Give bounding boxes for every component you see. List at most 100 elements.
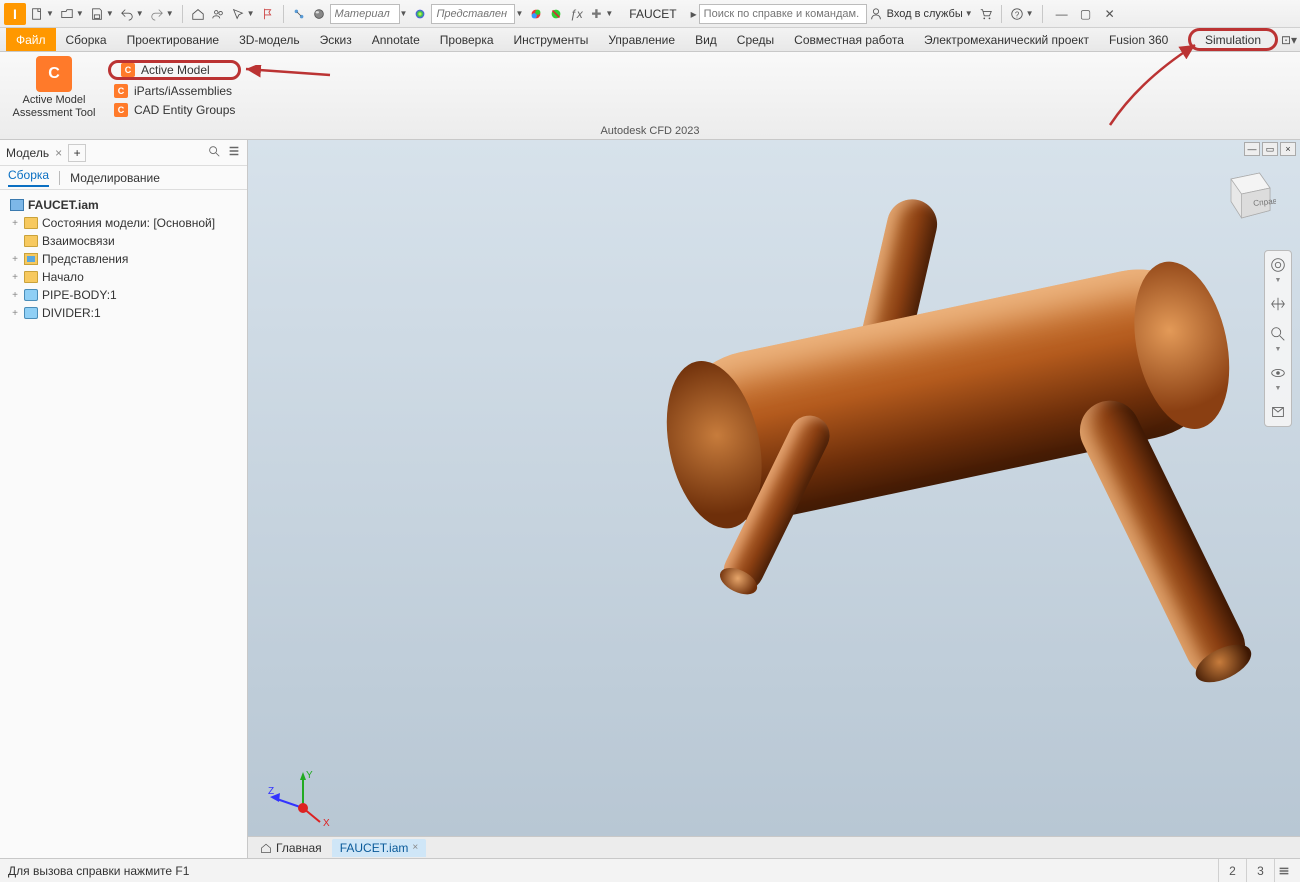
- tab-manage[interactable]: Управление: [598, 28, 685, 51]
- expander-icon[interactable]: +: [10, 290, 20, 301]
- orbit-icon[interactable]: [1268, 363, 1288, 383]
- browser-close-icon[interactable]: ×: [55, 146, 62, 160]
- search-input[interactable]: [699, 4, 867, 24]
- look-at-icon[interactable]: [1268, 402, 1288, 422]
- flag-icon[interactable]: [259, 5, 277, 23]
- viewcube[interactable]: Справа: [1216, 164, 1276, 224]
- dropdown-arrow-icon[interactable]: ▼: [106, 9, 114, 18]
- ribbon-overflow-icon[interactable]: ⊡▾: [1278, 28, 1300, 51]
- maximize-button[interactable]: ▢: [1077, 5, 1095, 23]
- tab-collaborate[interactable]: Совместная работа: [784, 28, 914, 51]
- status-counter-1: 2: [1218, 859, 1246, 882]
- viewport-window-buttons: — ▭ ×: [1244, 142, 1296, 156]
- expander-icon[interactable]: +: [10, 218, 20, 229]
- viewport[interactable]: — ▭ × Справа ▼ ▼ ▼ Y: [248, 140, 1300, 858]
- minimize-button[interactable]: —: [1053, 5, 1071, 23]
- save-icon[interactable]: [88, 5, 106, 23]
- coordinate-triad: Y Z X: [268, 768, 338, 828]
- tab-close-icon[interactable]: ×: [412, 842, 418, 853]
- svg-text:Y: Y: [306, 770, 313, 781]
- dropdown-arrow-icon[interactable]: ▼: [136, 9, 144, 18]
- tree-node[interactable]: +PIPE-BODY:1: [4, 286, 243, 304]
- tab-sketch[interactable]: Эскиз: [310, 28, 362, 51]
- expander-icon[interactable]: +: [10, 254, 20, 265]
- undo-icon[interactable]: [118, 5, 136, 23]
- search-icon[interactable]: [207, 144, 221, 161]
- appearance-field[interactable]: [431, 4, 515, 24]
- tab-design[interactable]: Проектирование: [117, 28, 230, 51]
- home-icon[interactable]: [189, 5, 207, 23]
- cfd-small-icon: C: [114, 84, 128, 98]
- tab-inspect[interactable]: Проверка: [430, 28, 504, 51]
- cfd-icon: C: [36, 56, 72, 92]
- new-icon[interactable]: [28, 5, 46, 23]
- pan-icon[interactable]: [1268, 294, 1288, 314]
- doc-tab-home[interactable]: Главная: [252, 839, 330, 857]
- browser-tab-assembly[interactable]: Сборка: [8, 168, 49, 187]
- cart-icon[interactable]: [977, 5, 995, 23]
- tab-simulation[interactable]: Simulation: [1188, 28, 1278, 51]
- tree-label: Начало: [42, 270, 84, 284]
- tab-assembly[interactable]: Сборка: [56, 28, 117, 51]
- dropdown-arrow-icon[interactable]: ▼: [1026, 9, 1034, 18]
- expander-icon[interactable]: +: [10, 308, 20, 319]
- svg-text:X: X: [323, 818, 330, 828]
- select-icon[interactable]: [229, 5, 247, 23]
- fx-icon[interactable]: ƒx: [567, 5, 585, 23]
- tree-node[interactable]: Взаимосвязи: [4, 232, 243, 250]
- dropdown-arrow-icon[interactable]: ▼: [605, 9, 613, 18]
- menu-icon[interactable]: [227, 144, 241, 161]
- zoom-icon[interactable]: [1268, 324, 1288, 344]
- appearance-sphere-icon[interactable]: [310, 5, 328, 23]
- vp-close-button[interactable]: ×: [1280, 142, 1296, 156]
- tab-environments[interactable]: Среды: [727, 28, 784, 51]
- vp-maximize-button[interactable]: ▭: [1262, 142, 1278, 156]
- tree-node[interactable]: +Состояния модели: [Основной]: [4, 214, 243, 232]
- open-icon[interactable]: [58, 5, 76, 23]
- browser-tab-modeling[interactable]: Моделирование: [70, 171, 160, 185]
- tree-root[interactable]: FAUCET.iam: [4, 196, 243, 214]
- dropdown-arrow-icon[interactable]: ▼: [76, 9, 84, 18]
- doc-tab-label: Главная: [276, 841, 322, 855]
- clear-color-icon[interactable]: [547, 5, 565, 23]
- close-button[interactable]: ✕: [1101, 5, 1119, 23]
- cad-entity-groups-button[interactable]: C CAD Entity Groups: [108, 102, 241, 118]
- doc-tab-faucet[interactable]: FAUCET.iam ×: [332, 839, 427, 857]
- tab-file[interactable]: Файл: [6, 28, 56, 51]
- status-counter-2: 3: [1246, 859, 1274, 882]
- dropdown-arrow-icon[interactable]: ▼: [400, 9, 408, 18]
- tree-node[interactable]: + Начало: [4, 268, 243, 286]
- dropdown-arrow-icon[interactable]: ▼: [46, 9, 54, 18]
- material-field[interactable]: [330, 4, 400, 24]
- tab-electromechanical[interactable]: Электромеханический проект: [914, 28, 1099, 51]
- tab-view[interactable]: Вид: [685, 28, 727, 51]
- nav-wheel-icon[interactable]: [1268, 255, 1288, 275]
- tab-3dmodel[interactable]: 3D-модель: [229, 28, 310, 51]
- help-icon[interactable]: ?: [1008, 5, 1026, 23]
- tree-node[interactable]: +DIVIDER:1: [4, 304, 243, 322]
- tab-tools[interactable]: Инструменты: [504, 28, 599, 51]
- ribbon-panel-list: C Active Model C iParts/iAssemblies C CA…: [108, 56, 241, 118]
- tree-node[interactable]: +Представления: [4, 250, 243, 268]
- color-icon[interactable]: [527, 5, 545, 23]
- sign-in-button[interactable]: Вход в службы▼: [869, 7, 975, 21]
- dropdown-arrow-icon[interactable]: ▼: [247, 9, 255, 18]
- tab-fusion360[interactable]: Fusion 360: [1099, 28, 1178, 51]
- expander-icon[interactable]: +: [10, 272, 20, 283]
- active-model-button[interactable]: C Active Model: [108, 60, 241, 80]
- status-menu-icon[interactable]: [1274, 859, 1292, 882]
- team-icon[interactable]: [209, 5, 227, 23]
- browser-add-button[interactable]: +: [68, 144, 86, 162]
- link-icon[interactable]: [290, 5, 308, 23]
- plus-icon[interactable]: ✚: [587, 5, 605, 23]
- tab-annotate[interactable]: Annotate: [362, 28, 430, 51]
- document-tabs: Главная FAUCET.iam ×: [248, 836, 1300, 858]
- ribbon-panel: C Active Model Assessment Tool C Active …: [0, 52, 1300, 140]
- dropdown-arrow-icon[interactable]: ▼: [166, 9, 174, 18]
- iparts-button[interactable]: C iParts/iAssemblies: [108, 83, 241, 99]
- redo-icon[interactable]: [148, 5, 166, 23]
- active-model-assessment-button[interactable]: C Active Model Assessment Tool: [8, 56, 100, 120]
- color-sphere-icon[interactable]: [411, 5, 429, 23]
- vp-minimize-button[interactable]: —: [1244, 142, 1260, 156]
- dropdown-arrow-icon[interactable]: ▼: [515, 9, 523, 18]
